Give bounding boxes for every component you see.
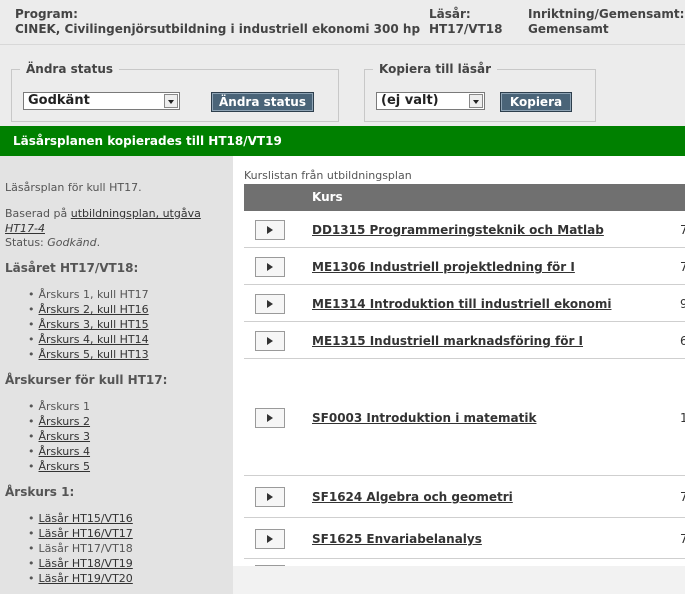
direction-value: Gemensamt (528, 22, 609, 36)
table-row: ME1306 Industriell projektledning för I … (244, 248, 685, 285)
syllabus-link[interactable]: utbildningsplan, utgåva (71, 207, 201, 220)
course-list-panel: Kurslistan från utbildningsplan Kurs DD1… (233, 156, 685, 566)
chevron-down-icon (469, 94, 483, 108)
course-link[interactable]: SF1625 Envariabelanalys (312, 532, 482, 546)
table-row: ME1314 Introduktion till industriell eko… (244, 285, 685, 322)
status-suffix: . (96, 236, 101, 249)
change-status-legend: Ändra status (26, 62, 114, 76)
plan-text: Läsårsplan för kull HT17. (5, 181, 142, 194)
course-list-caption: Kurslistan från utbildningsplan (244, 169, 412, 182)
grade1-item-4[interactable]: Läsår HT18/VT19 (28, 556, 133, 571)
course-link[interactable]: ME1306 Industriell projektledning för I (312, 260, 575, 274)
year-item-1: Årskurs 1, kull HT17 (28, 287, 149, 302)
status-prefix: Status: (5, 236, 48, 249)
courses-heading: Årskurser för kull HT17: (5, 373, 168, 387)
grade1-item-3: Läsår HT17/VT18 (28, 541, 133, 556)
course-item-3[interactable]: Årskurs 3 (28, 429, 91, 444)
course-link[interactable]: ME1315 Industriell marknadsföring för I (312, 334, 583, 348)
grade1-heading: Årskurs 1: (5, 485, 75, 499)
play-icon[interactable] (255, 408, 285, 428)
change-status-button[interactable]: Ändra status (211, 92, 314, 112)
play-icon[interactable] (255, 529, 285, 549)
play-icon[interactable] (255, 487, 285, 507)
program-value: CINEK, Civilingenjörsutbildning i indust… (15, 22, 421, 36)
course-credits: 7 (680, 532, 685, 546)
course-item-5[interactable]: Årskurs 5 (28, 459, 91, 474)
grade1-item-5[interactable]: Läsår HT19/VT20 (28, 571, 133, 586)
table-row: SF1625 Envariabelanalys 7 (244, 518, 685, 559)
status-value: Godkänd (47, 236, 97, 249)
course-credits: 9 (680, 297, 685, 311)
program-label: Program: (15, 7, 78, 21)
course-link[interactable]: DD1315 Programmeringsteknik och Matlab (312, 223, 604, 237)
course-link[interactable]: SF0003 Introduktion i matematik (312, 411, 536, 425)
course-credits: 7 (680, 260, 685, 274)
course-table-header: Kurs (244, 184, 685, 211)
courses-list: Årskurs 1 Årskurs 2 Årskurs 3 Årskurs 4 … (28, 399, 91, 474)
program-header: Program: CINEK, Civilingenjörsutbildning… (0, 0, 685, 44)
course-credits: 7 (680, 223, 685, 237)
course-credits: 7 (680, 490, 685, 504)
year-item-2[interactable]: Årskurs 2, kull HT16 (28, 302, 149, 317)
table-row: SF0003 Introduktion i matematik 1 (244, 359, 685, 476)
copy-year-select[interactable]: (ej valt) (376, 92, 485, 110)
success-banner: Läsårsplanen kopierades till HT18/VT19 (0, 126, 685, 156)
controls-bar: Ändra status Godkänt Ändra status Kopier… (0, 44, 685, 127)
course-item-1: Årskurs 1 (28, 399, 91, 414)
status-select-value: Godkänt (28, 93, 90, 108)
course-column-header: Kurs (312, 190, 343, 204)
table-row: ME1315 Industriell marknadsföring för I … (244, 322, 685, 359)
course-link[interactable]: ME1314 Introduktion till industriell eko… (312, 297, 612, 311)
table-row: SF1624 Algebra och geometri 7 (244, 476, 685, 518)
based-on-text: Baserad på utbildningsplan, utgåva HT17-… (5, 206, 230, 236)
bottom-area (233, 566, 685, 594)
course-item-4[interactable]: Årskurs 4 (28, 444, 91, 459)
year-label: Läsår: (429, 7, 471, 21)
year-item-4[interactable]: Årskurs 4, kull HT14 (28, 332, 149, 347)
copy-year-select-value: (ej valt) (381, 93, 439, 108)
copy-button[interactable]: Kopiera (500, 92, 572, 112)
copy-year-legend: Kopiera till läsår (379, 62, 491, 76)
course-link[interactable]: SF1624 Algebra och geometri (312, 490, 513, 504)
based-on-prefix: Baserad på (5, 207, 71, 220)
year-value: HT17/VT18 (429, 22, 503, 36)
course-item-2[interactable]: Årskurs 2 (28, 414, 91, 429)
play-icon[interactable] (255, 294, 285, 314)
play-icon[interactable] (255, 220, 285, 240)
year-heading: Läsåret HT17/VT18: (5, 261, 139, 275)
status-select[interactable]: Godkänt (23, 92, 180, 110)
grade1-list: Läsår HT15/VT16 Läsår HT16/VT17 Läsår HT… (28, 511, 133, 586)
chevron-down-icon (164, 94, 178, 108)
play-icon[interactable] (255, 331, 285, 351)
grade1-item-2[interactable]: Läsår HT16/VT17 (28, 526, 133, 541)
course-credits: 6 (680, 334, 685, 348)
year-item-3[interactable]: Årskurs 3, kull HT15 (28, 317, 149, 332)
course-credits: 1 (680, 411, 685, 425)
syllabus-version-link[interactable]: HT17-4 (5, 222, 45, 235)
grade1-item-1[interactable]: Läsår HT15/VT16 (28, 511, 133, 526)
year-list: Årskurs 1, kull HT17 Årskurs 2, kull HT1… (28, 287, 149, 362)
year-item-5[interactable]: Årskurs 5, kull HT13 (28, 347, 149, 362)
direction-label: Inriktning/Gemensamt: (528, 7, 685, 21)
play-icon[interactable] (255, 257, 285, 277)
status-text: Status: Godkänd. (5, 236, 100, 249)
table-row: DD1315 Programmeringsteknik och Matlab 7 (244, 211, 685, 248)
sidebar: Läsårsplan för kull HT17. Baserad på utb… (0, 156, 233, 594)
table-row-partial (244, 559, 685, 566)
